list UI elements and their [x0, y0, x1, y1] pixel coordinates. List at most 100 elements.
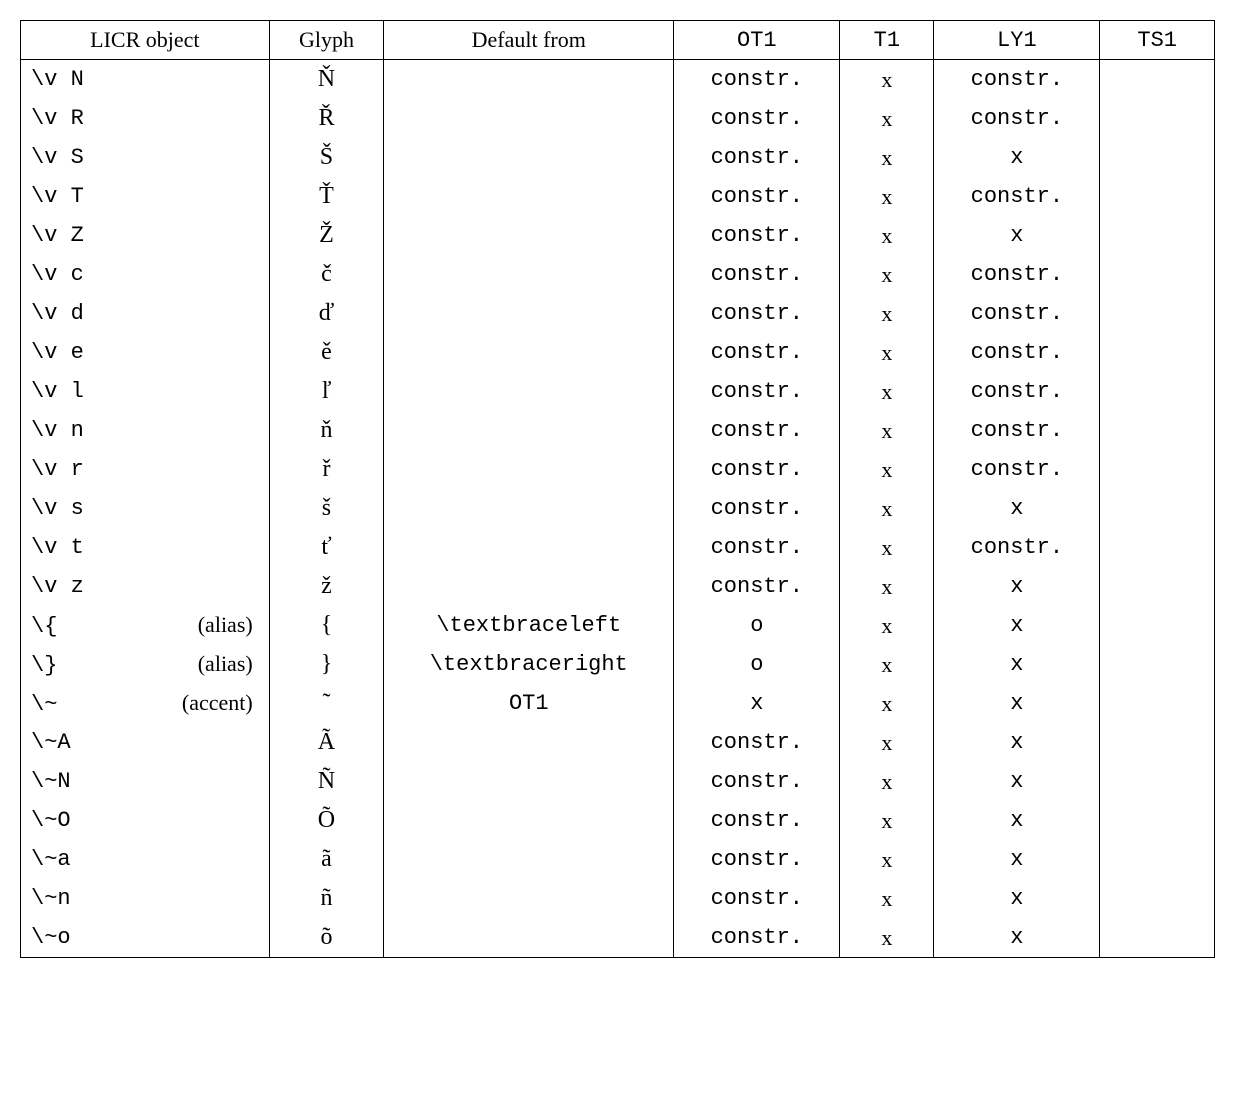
glyph-symbol: Ř: [318, 105, 334, 131]
cell-ot1: constr.: [674, 216, 840, 255]
header-default: Default from: [384, 21, 674, 60]
table-row: \v ZŽconstr.xx: [21, 216, 1215, 255]
cell-t1: x: [840, 138, 934, 177]
cell-glyph: Ň: [269, 60, 384, 100]
cell-glyph: Ř: [269, 99, 384, 138]
licr-command: \~O: [31, 808, 71, 833]
cell-ly1: constr.: [934, 411, 1100, 450]
licr-command: \v T: [31, 184, 84, 209]
licr-note: (alias): [198, 612, 259, 638]
cell-licr: \v l: [21, 372, 270, 411]
cell-ly1: constr.: [934, 450, 1100, 489]
table-header-row: LICR object Glyph Default from OT1 T1 LY…: [21, 21, 1215, 60]
cell-licr: \v R: [21, 99, 270, 138]
header-ot1: OT1: [674, 21, 840, 60]
cell-glyph: Ť: [269, 177, 384, 216]
header-ts1: TS1: [1100, 21, 1215, 60]
glyph-symbol: ľ: [322, 378, 332, 404]
cell-default: [384, 450, 674, 489]
cell-ot1: constr.: [674, 567, 840, 606]
cell-licr: \~N: [21, 762, 270, 801]
licr-command: \~a: [31, 847, 71, 872]
cell-licr: \~O: [21, 801, 270, 840]
cell-default: [384, 879, 674, 918]
cell-glyph: ě: [269, 333, 384, 372]
cell-ts1: [1100, 372, 1215, 411]
table-row: \v lľconstr.xconstr.: [21, 372, 1215, 411]
cell-ly1: constr.: [934, 177, 1100, 216]
licr-glyph-table: LICR object Glyph Default from OT1 T1 LY…: [20, 20, 1215, 958]
glyph-symbol: Ň: [318, 66, 335, 92]
table-row: \v TŤconstr.xconstr.: [21, 177, 1215, 216]
cell-ot1: constr.: [674, 450, 840, 489]
cell-glyph: ď: [269, 294, 384, 333]
cell-ly1: x: [934, 645, 1100, 684]
table-row: \~oõconstr.xx: [21, 918, 1215, 958]
cell-default: [384, 60, 674, 100]
glyph-symbol: ď: [319, 300, 335, 326]
cell-ly1: x: [934, 684, 1100, 723]
glyph-symbol: Ť: [319, 183, 334, 209]
cell-ot1: constr.: [674, 723, 840, 762]
cell-default: OT1: [384, 684, 674, 723]
licr-command: \v r: [31, 457, 84, 482]
table-row: \~NÑconstr.xx: [21, 762, 1215, 801]
cell-licr: \}(alias): [21, 645, 270, 684]
cell-t1: x: [840, 567, 934, 606]
cell-default: [384, 489, 674, 528]
licr-command: \v Z: [31, 223, 84, 248]
cell-licr: \v N: [21, 60, 270, 100]
cell-ot1: constr.: [674, 372, 840, 411]
licr-command: \~n: [31, 886, 71, 911]
glyph-symbol: ě: [321, 339, 332, 365]
table-row: \~nñconstr.xx: [21, 879, 1215, 918]
cell-ts1: [1100, 723, 1215, 762]
cell-ts1: [1100, 177, 1215, 216]
glyph-symbol: ˜: [322, 690, 330, 716]
cell-ly1: constr.: [934, 333, 1100, 372]
cell-glyph: ž: [269, 567, 384, 606]
table-row: \~OÕconstr.xx: [21, 801, 1215, 840]
cell-licr: \~o: [21, 918, 270, 958]
header-licr: LICR object: [21, 21, 270, 60]
cell-ts1: [1100, 684, 1215, 723]
licr-command: \v d: [31, 301, 84, 326]
cell-ot1: o: [674, 606, 840, 645]
cell-licr: \{(alias): [21, 606, 270, 645]
cell-glyph: ť: [269, 528, 384, 567]
cell-ly1: constr.: [934, 60, 1100, 100]
cell-licr: \v d: [21, 294, 270, 333]
licr-command: \v R: [31, 106, 84, 131]
glyph-symbol: ž: [321, 573, 332, 599]
glyph-symbol: Ž: [319, 222, 334, 248]
cell-licr: \v S: [21, 138, 270, 177]
cell-ts1: [1100, 489, 1215, 528]
cell-licr: \v n: [21, 411, 270, 450]
cell-licr: \v t: [21, 528, 270, 567]
cell-default: [384, 255, 674, 294]
cell-default: [384, 138, 674, 177]
cell-t1: x: [840, 372, 934, 411]
glyph-symbol: ň: [320, 417, 332, 443]
cell-default: [384, 567, 674, 606]
cell-default: [384, 372, 674, 411]
cell-ly1: x: [934, 762, 1100, 801]
cell-ts1: [1100, 801, 1215, 840]
cell-glyph: č: [269, 255, 384, 294]
cell-default: [384, 528, 674, 567]
cell-t1: x: [840, 216, 934, 255]
cell-t1: x: [840, 255, 934, 294]
cell-ts1: [1100, 528, 1215, 567]
cell-ts1: [1100, 294, 1215, 333]
cell-t1: x: [840, 801, 934, 840]
table-row: \{(alias){\textbraceleftoxx: [21, 606, 1215, 645]
cell-ly1: x: [934, 606, 1100, 645]
cell-licr: \~n: [21, 879, 270, 918]
cell-t1: x: [840, 762, 934, 801]
cell-ot1: o: [674, 645, 840, 684]
table-row: \v SŠconstr.xx: [21, 138, 1215, 177]
cell-default: [384, 333, 674, 372]
cell-default: [384, 216, 674, 255]
header-glyph: Glyph: [269, 21, 384, 60]
cell-ot1: constr.: [674, 840, 840, 879]
